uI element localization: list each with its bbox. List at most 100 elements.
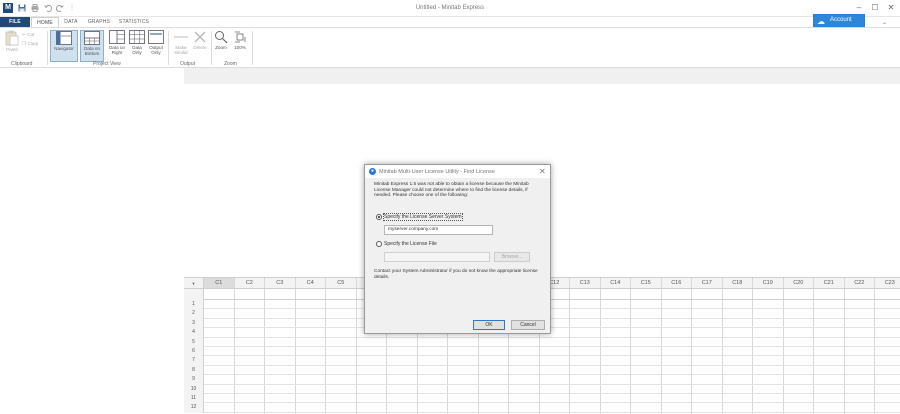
- column-header[interactable]: C5: [326, 278, 357, 289]
- data-only-icon: [129, 30, 145, 44]
- row-header[interactable]: 3: [184, 318, 204, 329]
- license-file-label[interactable]: Specify the License File: [384, 241, 437, 247]
- zoom-button[interactable]: Zoom: [213, 30, 229, 62]
- license-server-radio[interactable]: [376, 214, 382, 220]
- row-header[interactable]: 12: [184, 403, 204, 413]
- license-file-input[interactable]: [384, 252, 490, 262]
- window-title: Untitled - Minitab Express: [415, 5, 485, 11]
- minitab-express-window: M ⋮ Untitled - Minitab Express – ☐ ✕ FIL…: [0, 0, 900, 414]
- row-divider: [204, 355, 900, 357]
- project-view-group-label: Project View: [93, 61, 121, 67]
- row-header[interactable]: 6: [184, 347, 204, 357]
- column-header[interactable]: C13: [570, 278, 601, 289]
- close-icon[interactable]: ✕: [885, 3, 897, 13]
- clipboard-group-label: Clipboard: [11, 61, 33, 67]
- tab-graphs[interactable]: GRAPHS: [84, 17, 114, 27]
- column-header[interactable]: C17: [692, 278, 723, 289]
- dialog-footer-text: Contact your System Administrator if you…: [374, 269, 538, 280]
- column-header[interactable]: C4: [295, 278, 326, 289]
- dialog-message: Minitab Express 1.5 was not able to obta…: [374, 182, 529, 199]
- group-divider: [211, 31, 212, 65]
- row-divider: [204, 411, 900, 413]
- column-header[interactable]: C20: [783, 278, 814, 289]
- row-divider: [204, 364, 900, 366]
- navigator-button[interactable]: Navigator: [50, 30, 78, 62]
- column-header[interactable]: C1: [204, 278, 235, 289]
- row-header[interactable]: 9: [184, 375, 204, 385]
- paste-button[interactable]: Paste: [3, 30, 21, 62]
- column-header[interactable]: C23: [875, 278, 900, 289]
- column-header[interactable]: C19: [753, 278, 784, 289]
- row-header[interactable]: 2: [184, 309, 204, 319]
- delete-icon: [194, 31, 206, 43]
- column-header[interactable]: C3: [265, 278, 296, 289]
- row-header[interactable]: 8: [184, 365, 204, 376]
- dialog-title: Minitab Multi-User License Utility - Fin…: [379, 169, 495, 175]
- output-only-icon: [148, 30, 164, 44]
- make-similar-icon: [174, 36, 188, 38]
- license-server-label[interactable]: Specify the License Server System: [383, 213, 463, 221]
- paste-icon: [5, 30, 19, 46]
- group-divider: [168, 31, 169, 65]
- zoom-group-label: Zoom: [224, 61, 237, 67]
- data-on-right-button[interactable]: Data on Right: [106, 30, 128, 62]
- row-header[interactable]: 11: [184, 394, 204, 404]
- ok-button[interactable]: OK: [473, 320, 505, 330]
- data-on-bottom-icon: [84, 31, 100, 45]
- column-header[interactable]: C18: [722, 278, 753, 289]
- license-file-radio[interactable]: [376, 241, 382, 247]
- scissors-icon: ✂: [22, 32, 26, 37]
- browse-button[interactable]: Browse...: [494, 252, 530, 262]
- ribbon: Paste ✂ Cut ❐ Copy Clipboard Navigator D…: [0, 27, 900, 68]
- row-divider: [204, 317, 900, 319]
- tab-file[interactable]: FILE: [0, 17, 30, 27]
- column-header[interactable]: C15: [631, 278, 662, 289]
- dialog-close-icon[interactable]: ✕: [539, 167, 546, 176]
- row-divider: [204, 383, 900, 385]
- maximize-icon[interactable]: ☐: [869, 3, 881, 13]
- output-pane-header: [184, 68, 900, 84]
- magnifier-icon: [215, 31, 228, 44]
- copy-icon: ❐: [22, 41, 27, 46]
- row-divider: [204, 346, 900, 347]
- row-header[interactable]: 5: [184, 337, 204, 347]
- delete-button[interactable]: Delete: [191, 30, 209, 62]
- copy-button[interactable]: ❐ Copy: [22, 41, 38, 47]
- output-group-label: Output: [180, 61, 196, 67]
- name-row-header: [184, 289, 204, 300]
- row-divider: [204, 402, 900, 404]
- zoom-100-icon: [235, 31, 246, 43]
- data-on-bottom-button[interactable]: Data on Bottom: [80, 30, 104, 62]
- make-similar-button[interactable]: Make Similar: [171, 30, 191, 62]
- license-server-input[interactable]: myserver.company.com: [384, 225, 493, 235]
- dialog-title-bar: ● Minitab Multi-User License Utility - F…: [365, 165, 550, 178]
- account-label: Account: [830, 17, 852, 23]
- zoom-100-button[interactable]: 100%: [231, 30, 249, 62]
- column-header[interactable]: C16: [661, 278, 692, 289]
- column-header[interactable]: C22: [844, 278, 875, 289]
- row-header[interactable]: 1: [184, 300, 204, 310]
- row-header[interactable]: 10: [184, 384, 204, 394]
- group-divider: [252, 31, 253, 65]
- cancel-button[interactable]: Cancel: [511, 320, 545, 330]
- minimize-icon[interactable]: –: [853, 3, 865, 13]
- worksheet-menu-icon[interactable]: ▼: [184, 278, 204, 289]
- output-only-button[interactable]: Output Only: [146, 30, 166, 62]
- row-header[interactable]: 4: [184, 328, 204, 338]
- group-divider: [47, 31, 48, 65]
- column-header[interactable]: C21: [814, 278, 845, 289]
- tab-statistics[interactable]: STATISTICS: [116, 17, 152, 27]
- data-on-right-icon: [109, 30, 125, 44]
- account-button[interactable]: ☁ Account: [813, 14, 865, 27]
- cut-button[interactable]: ✂ Cut: [22, 32, 34, 38]
- row-header[interactable]: 7: [184, 356, 204, 366]
- minitab-icon: ●: [369, 168, 376, 175]
- cloud-icon: ☁: [817, 17, 825, 26]
- tab-data[interactable]: DATA: [60, 17, 82, 27]
- column-header[interactable]: C2: [234, 278, 265, 289]
- ribbon-tabs: FILE HOME DATA GRAPHS STATISTICS: [0, 17, 900, 27]
- data-only-button[interactable]: Data Only: [128, 30, 146, 62]
- tab-home[interactable]: HOME: [31, 17, 59, 27]
- column-header[interactable]: C14: [600, 278, 631, 289]
- row-divider: [204, 308, 900, 310]
